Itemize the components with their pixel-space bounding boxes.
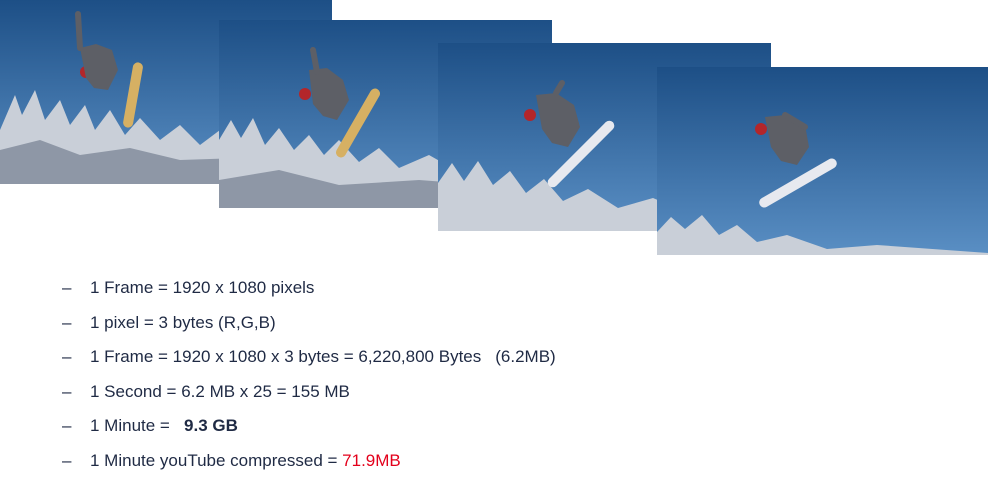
bullet-dash: – (62, 447, 90, 475)
bullet-second-size: –1 Second = 6.2 MB x 25 = 155 MB (62, 378, 556, 413)
bullet-text: 1 pixel = 3 bytes (R,G,B) (90, 313, 276, 332)
bullet-dash: – (62, 343, 90, 371)
bullet-text-paren: (6.2MB) (495, 347, 555, 366)
bullet-dash: – (62, 378, 90, 406)
bullet-text: 1 Frame = 1920 x 1080 pixels (90, 278, 314, 297)
bullet-frame-bytes: –1 Frame = 1920 x 1080 x 3 bytes = 6,220… (62, 343, 556, 378)
bullet-frame-pixels: –1 Frame = 1920 x 1080 pixels (62, 274, 556, 309)
compressed-size-value: 71.9MB (342, 451, 401, 470)
bullet-text: 1 Second = 6.2 MB x 25 = 155 MB (90, 382, 350, 401)
snowboarder-frame-4-image (657, 67, 988, 255)
minute-size-value: 9.3 GB (184, 416, 238, 435)
bullet-text: 1 Frame = 1920 x 1080 x 3 bytes = 6,220,… (90, 347, 481, 366)
bullet-dash: – (62, 274, 90, 302)
bullet-minute-size: –1 Minute = 9.3 GB (62, 412, 556, 447)
bullet-text: 1 Minute youTube compressed = (90, 451, 337, 470)
video-size-bullet-list: –1 Frame = 1920 x 1080 pixels –1 pixel =… (62, 274, 556, 481)
bullet-pixel-bytes: –1 pixel = 3 bytes (R,G,B) (62, 309, 556, 344)
video-frame-4 (657, 67, 988, 255)
bullet-youtube-compressed: –1 Minute youTube compressed = 71.9MB (62, 447, 556, 481)
bullet-dash: – (62, 309, 90, 337)
bullet-text: 1 Minute = (90, 416, 170, 435)
bullet-dash: – (62, 412, 90, 440)
